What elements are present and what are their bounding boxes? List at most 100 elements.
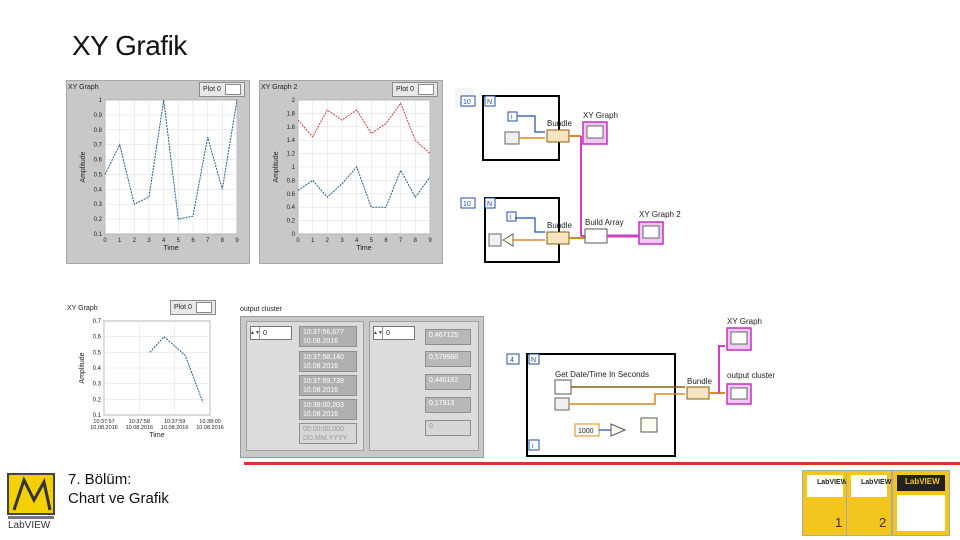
y-tick-label: 0.5 [94, 172, 103, 178]
y-axis-label: Amplitude [79, 352, 86, 383]
x-axis-label: Time [356, 245, 371, 252]
x-tick-label: 8 [414, 238, 418, 244]
x-tick-label: 6 [384, 238, 388, 244]
y-tick-label: 1.4 [287, 138, 296, 144]
xy-graph-2-plot[interactable]: 2 1.8 1.6 1.4 1.2 1 0.8 0.6 0.4 0.2 00 1 2 3 4 5 6 7 8 9 Tim… [260, 81, 442, 263]
footer-line-2: Chart ve Grafik [68, 490, 169, 507]
timestamp-4[interactable]: 00:00:00,000 DD.MM.YYYY [299, 423, 357, 444]
output-cluster-title: output cluster [240, 306, 283, 313]
loop-count-middle-value: 10 [463, 201, 471, 208]
book-cover-2: LabVIEW 2 [846, 470, 892, 536]
x-axis-label: Time [149, 432, 164, 439]
bundle-middle-node[interactable] [546, 231, 570, 245]
array-index-right[interactable]: ▲▼ 0 [373, 326, 415, 340]
x-tick-label: 2 [326, 238, 330, 244]
x-tick-label: 3 [147, 238, 151, 244]
timestamp-2[interactable]: 10:37:59,739 10.08.2016 [299, 375, 357, 396]
x-tick-label: 3 [340, 238, 344, 244]
get-time-label: Get Date/Time In Seconds [555, 370, 649, 379]
bundle-top-node[interactable] [546, 129, 570, 143]
y-tick-label: 0.4 [94, 187, 103, 193]
output-cluster: ▲▼ 0 10:37:56,677 10.08.2016 10:37:58,140 1… [240, 316, 484, 458]
index-spinner-icon[interactable]: ▲▼ [250, 327, 260, 339]
y-tick-label: 0.5 [93, 350, 102, 356]
bundle-bottom-node[interactable] [686, 386, 710, 400]
x-tick-label: 0 [103, 238, 107, 244]
y-tick-label: 0.6 [94, 158, 103, 164]
book-cover-1: LabVIEW 1 [802, 470, 848, 536]
footer-chapter: 7. Bölüm: Chart ve Grafik [68, 470, 169, 508]
y-tick-label: 0.4 [287, 205, 296, 211]
y-tick-label: 1.8 [287, 111, 296, 117]
book-2-number: 2 [879, 515, 887, 530]
x-tick-label: 9 [428, 238, 432, 244]
y-tick-label: 0.7 [93, 319, 102, 325]
wait-ms-node[interactable] [640, 417, 658, 433]
x-tick-date: 10.08.2016 [90, 425, 118, 431]
y-axis-label: Amplitude [80, 151, 87, 182]
xy-graph-2: XY Graph 2 Plot 0 2 1.8 1.6 1.4 1.2 1 0.8 0.6 0.… [259, 80, 443, 264]
for-loop-middle[interactable] [484, 197, 560, 263]
y-tick-label: 1 [99, 98, 103, 104]
xy-graph-indicator-label: XY Graph [583, 111, 618, 120]
footer-accent-line [244, 462, 960, 465]
timestamp-3[interactable]: 10:38:00,203 10.08.2016 [299, 399, 357, 420]
book-1-number: 1 [835, 515, 843, 530]
y-axis-label: Amplitude [273, 151, 280, 182]
x-axis-label: Time [163, 245, 178, 252]
xy-graph-2-indicator-label: XY Graph 2 [639, 210, 681, 219]
get-time-node[interactable] [554, 379, 572, 395]
book-1-brand: LabVIEW [817, 479, 848, 486]
xy-graph-3-plot[interactable]: 0.70.60.50.40.30.20.110:37:5710.08.20161… [66, 300, 226, 456]
timestamp-0[interactable]: 10:37:56,677 10.08.2016 [299, 326, 357, 347]
slide-title: XY Grafik [72, 30, 187, 61]
y-tick-label: 0.1 [94, 232, 103, 238]
y-tick-label: 0.8 [287, 178, 296, 184]
timestamp-1[interactable]: 10:37:58,140 10.08.2016 [299, 351, 357, 372]
labview-logo-text: LabVIEW [8, 520, 51, 531]
loop-count-top-value: 10 [463, 99, 471, 106]
x-tick-label: 0 [296, 238, 300, 244]
x-tick-date: 10.08.2016 [161, 425, 189, 431]
output-cluster-indicator-label: output cluster [727, 371, 775, 380]
y-tick-label: 0.8 [94, 128, 103, 134]
book-3-brand: LabVIEW [905, 477, 940, 486]
x-tick-label: 6 [191, 238, 195, 244]
y-tick-label: 0.6 [93, 335, 102, 341]
x-tick-label: 8 [221, 238, 225, 244]
index-spinner-icon[interactable]: ▲▼ [373, 327, 383, 339]
y-tick-label: 1.2 [287, 152, 296, 158]
x-tick-label: 9 [235, 238, 239, 244]
y-tick-label: 0.2 [93, 397, 102, 403]
x-tick-label: 7 [399, 238, 403, 244]
xy-graph-1-plot[interactable]: 1 0.9 0.8 0.7 0.6 0.5 0.4 0.3 0.2 0.10 1 2 3 4 5 6 7 8 9 Ti… [67, 81, 249, 263]
plot-area [104, 99, 238, 235]
build-array-label: Build Array [585, 218, 624, 227]
book-2-brand: LabVIEW [861, 479, 892, 486]
n-terminal-middle-label: N [487, 201, 492, 208]
n-terminal-top-label: N [487, 99, 492, 106]
x-tick-label: 7 [206, 238, 210, 244]
n-terminal-bottom-label: N [531, 357, 536, 364]
y-tick-label: 0.9 [94, 113, 103, 119]
build-array-node[interactable] [584, 228, 608, 244]
random-number-icon[interactable] [488, 233, 502, 247]
footer-line-1: 7. Bölüm: [68, 471, 132, 488]
y-tick-label: 0.6 [287, 192, 296, 198]
block-diagram: 10 N i Bundle XY Graph 10 N i Bundle Bui… [455, 88, 775, 457]
x-tick-label: 4 [162, 238, 166, 244]
x-tick-label: 5 [177, 238, 181, 244]
y-tick-label: 0.2 [287, 219, 296, 225]
random-number-icon[interactable] [504, 131, 520, 145]
x-tick-date: 10.08.2016 [196, 425, 224, 431]
random-number-icon[interactable] [554, 397, 570, 411]
y-tick-label: 0.3 [93, 382, 102, 388]
array-index-left[interactable]: ▲▼ 0 [250, 326, 292, 340]
x-tick-label: 2 [133, 238, 137, 244]
xy-graph-3: XY Graph Plot 0 0.7 0.6 0.5 0.4 0.3 0.2 0.1 10:… [66, 300, 226, 456]
bundle-middle-label: Bundle [547, 221, 572, 230]
y-tick-label: 0.2 [94, 217, 103, 223]
labview-logo: LabVIEW [4, 470, 58, 534]
wait-constant-value: 1000 [578, 428, 594, 435]
i-terminal-bottom [528, 439, 540, 451]
